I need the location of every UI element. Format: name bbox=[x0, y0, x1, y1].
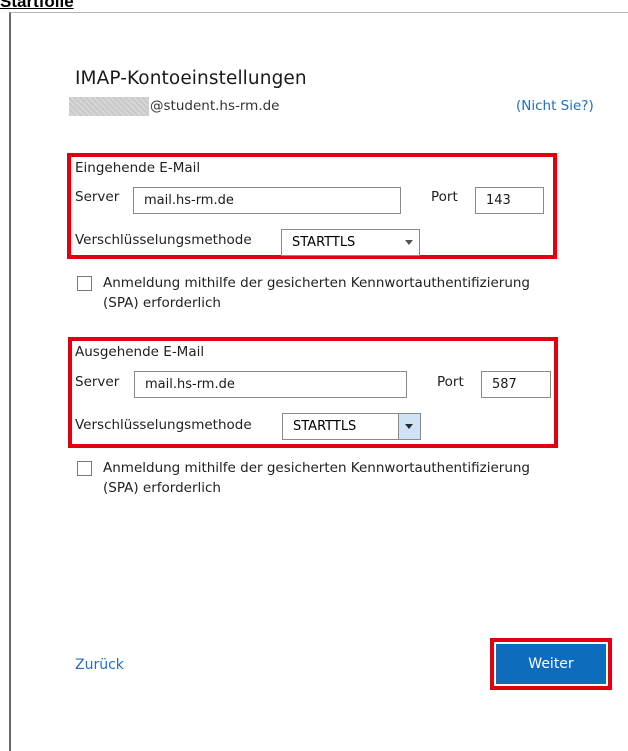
incoming-encryption-label: Verschlüsselungsmethode bbox=[75, 232, 252, 248]
outgoing-spa-checkbox[interactable] bbox=[77, 461, 92, 476]
outgoing-spa-label: Anmeldung mithilfe der gesicherten Kennw… bbox=[103, 458, 530, 498]
incoming-spa-checkbox[interactable] bbox=[77, 276, 92, 291]
page-caption: Startfolie bbox=[0, 0, 74, 11]
next-button-highlight: Weiter bbox=[490, 638, 612, 690]
incoming-spa-label: Anmeldung mithilfe der gesicherten Kennw… bbox=[103, 273, 530, 313]
chevron-down-icon bbox=[405, 424, 413, 429]
incoming-port-label: Port bbox=[431, 189, 458, 205]
incoming-heading: Eingehende E-Mail bbox=[75, 160, 201, 176]
next-button[interactable]: Weiter bbox=[496, 644, 606, 684]
account-email-suffix: @student.hs-rm.de bbox=[150, 98, 280, 114]
outgoing-server-input[interactable]: mail.hs-rm.de bbox=[134, 371, 407, 398]
incoming-server-input[interactable]: mail.hs-rm.de bbox=[133, 187, 401, 214]
incoming-server-label: Server bbox=[75, 189, 120, 205]
outgoing-encryption-value: STARTTLS bbox=[293, 419, 357, 434]
outgoing-server-label: Server bbox=[75, 374, 120, 390]
outgoing-port-label: Port bbox=[437, 374, 464, 390]
redacted-username bbox=[69, 97, 149, 116]
outgoing-encryption-select[interactable]: STARTTLS bbox=[282, 413, 421, 440]
outgoing-spa-line2: (SPA) erforderlich bbox=[103, 480, 221, 496]
not-you-link[interactable]: (Nicht Sie?) bbox=[516, 98, 594, 114]
chevron-down-icon bbox=[405, 240, 413, 245]
incoming-port-input[interactable]: 143 bbox=[475, 187, 544, 214]
outgoing-port-input[interactable]: 587 bbox=[481, 371, 551, 398]
dialog-title: IMAP-Kontoeinstellungen bbox=[75, 68, 307, 89]
incoming-encryption-select[interactable]: STARTTLS bbox=[281, 229, 420, 256]
incoming-spa-line1: Anmeldung mithilfe der gesicherten Kennw… bbox=[103, 275, 531, 291]
incoming-encryption-value: STARTTLS bbox=[292, 235, 356, 250]
dropdown-button[interactable] bbox=[398, 414, 420, 439]
incoming-spa-line2: (SPA) erforderlich bbox=[103, 295, 221, 311]
back-link[interactable]: Zurück bbox=[75, 657, 124, 673]
outgoing-spa-line1: Anmeldung mithilfe der gesicherten Kennw… bbox=[103, 460, 531, 476]
outgoing-heading: Ausgehende E-Mail bbox=[75, 344, 205, 360]
outgoing-encryption-label: Verschlüsselungsmethode bbox=[75, 417, 252, 433]
